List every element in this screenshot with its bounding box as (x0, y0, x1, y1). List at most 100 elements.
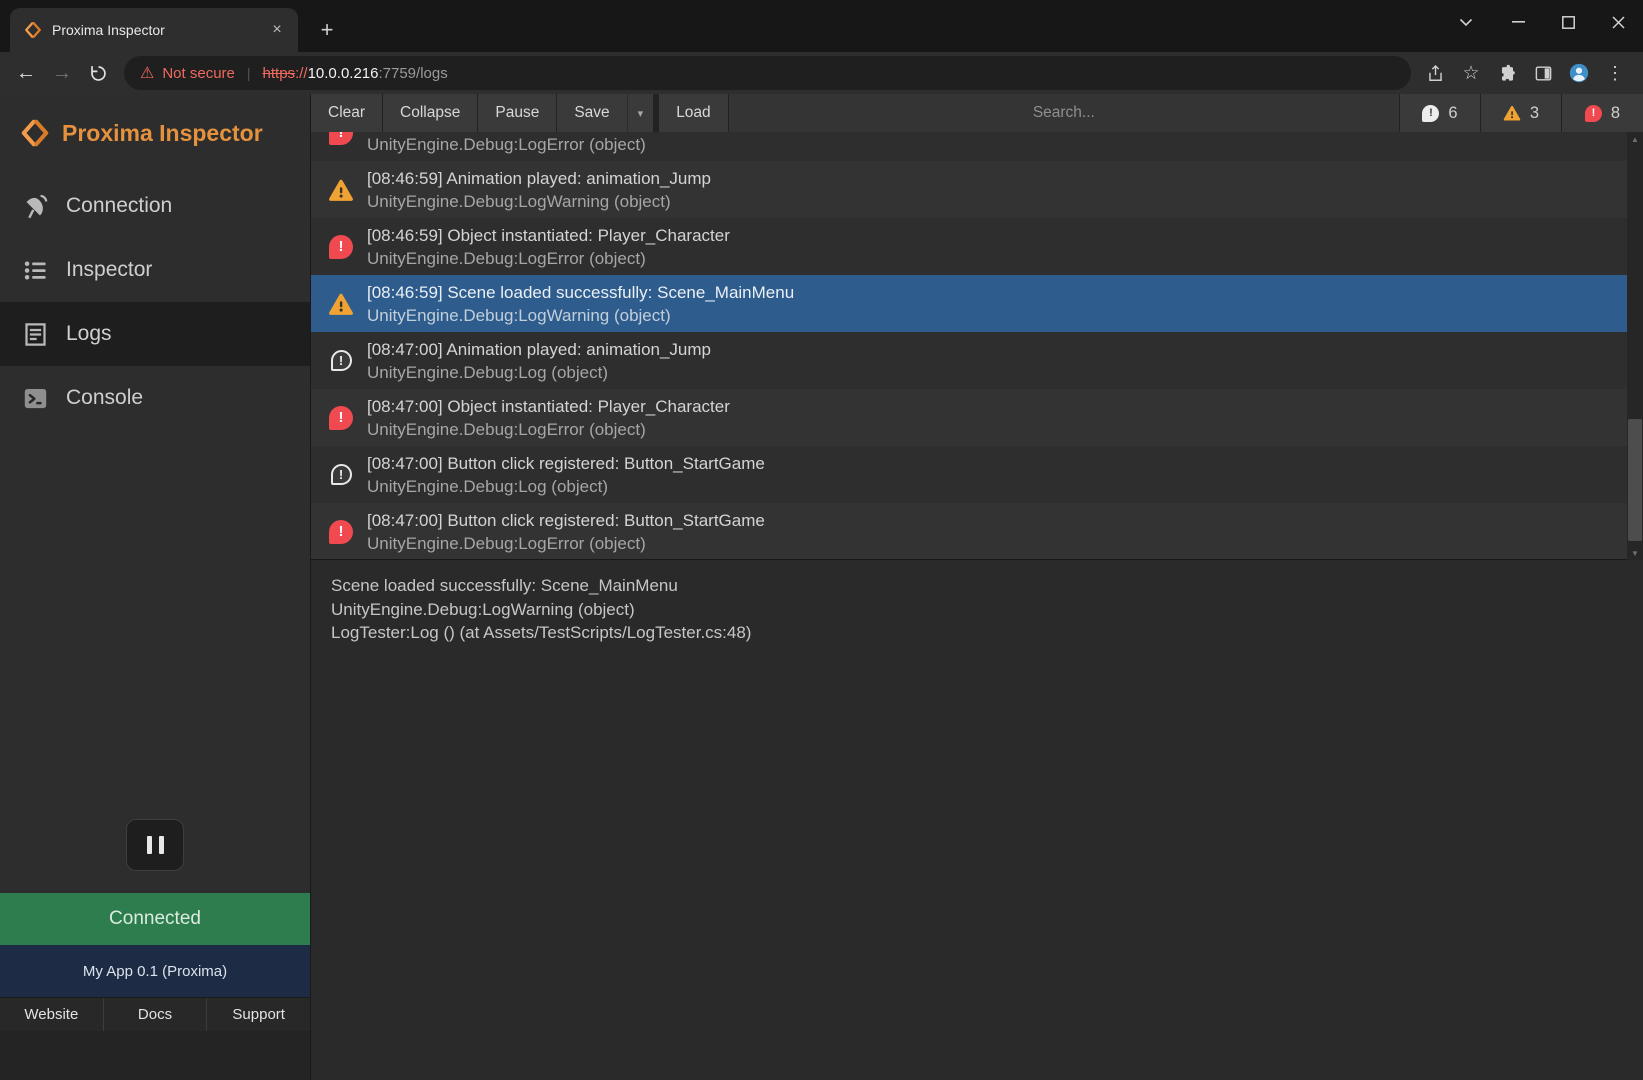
scrollbar-thumb[interactable] (1628, 419, 1642, 541)
warning-count: 3 (1530, 104, 1539, 123)
app-title: Proxima Inspector (62, 120, 263, 147)
pause-button[interactable]: Pause (478, 94, 557, 132)
pause-updates-button[interactable] (126, 819, 184, 871)
browser-tab-strip: Proxima Inspector × + (0, 0, 1643, 52)
log-row[interactable]: ! [08:47:00] Button click registered: But… (311, 446, 1643, 503)
error-icon: ! (328, 519, 354, 545)
proxima-app: Proxima Inspector Connection Inspector (0, 94, 1643, 1080)
support-link[interactable]: Support (207, 998, 310, 1031)
docs-link[interactable]: Docs (104, 998, 208, 1031)
error-count-filter[interactable]: ! 8 (1562, 94, 1643, 132)
warning-count-filter[interactable]: 3 (1481, 94, 1562, 132)
address-bar[interactable]: ⚠ Not secure | https :// 10.0.0.216 :775… (124, 56, 1411, 90)
connection-status-badge: Connected (0, 893, 310, 945)
maximize-icon[interactable] (1543, 3, 1593, 41)
log-icon: ! (328, 462, 354, 488)
log-trace: UnityEngine.Debug:Log (object) (367, 475, 765, 498)
app-logo: Proxima Inspector (0, 94, 310, 148)
back-icon[interactable]: ← (8, 56, 44, 90)
log-row[interactable]: ! [08:47:00] Animation played: animation_… (311, 332, 1643, 389)
sidebar-item-label: Connection (66, 194, 172, 218)
warning-icon (328, 177, 354, 203)
log-trace: UnityEngine.Debug:LogError (object) (367, 418, 730, 441)
bookmark-star-icon[interactable]: ☆ (1455, 57, 1487, 89)
log-count-icon: ! (1422, 105, 1439, 122)
log-scrollbar[interactable]: ▲ ▼ (1627, 132, 1643, 560)
log-message: [08:47:00] Animation played: animation_J… (367, 338, 711, 361)
search-input[interactable] (729, 94, 1400, 132)
log-trace: UnityEngine.Debug:LogError (object) (367, 532, 765, 555)
url-path: :7759/logs (378, 65, 447, 82)
log-count-filter[interactable]: ! 6 (1400, 94, 1481, 132)
save-dropdown-arrow[interactable]: ▾ (627, 94, 655, 132)
sidebar-item-label: Logs (66, 322, 112, 346)
new-tab-button[interactable]: + (312, 15, 342, 45)
not-secure-label[interactable]: Not secure (162, 65, 235, 82)
log-row[interactable]: ![08:47:00] Button click registered: But… (311, 503, 1643, 560)
log-trace: UnityEngine.Debug:LogWarning (object) (367, 304, 794, 327)
browser-menu-icon[interactable]: ⋮ (1599, 57, 1631, 89)
not-secure-warning-icon: ⚠ (140, 63, 154, 83)
scroll-down-icon[interactable]: ▼ (1627, 546, 1643, 560)
browser-action-icons: ☆ ⋮ (1419, 57, 1635, 89)
terminal-icon (22, 385, 49, 412)
forward-icon[interactable]: → (44, 56, 80, 90)
url-scheme-separator: :// (295, 65, 308, 82)
sidebar-item-connection[interactable]: Connection (0, 174, 310, 238)
extensions-puzzle-icon[interactable] (1491, 57, 1523, 89)
log-row[interactable]: [08:46:59] Animation played: animation_J… (311, 161, 1643, 218)
tab-close-icon[interactable]: × (266, 19, 288, 41)
connected-app-label: My App 0.1 (Proxima) (0, 945, 310, 997)
website-link[interactable]: Website (0, 998, 104, 1031)
log-count: 6 (1448, 104, 1457, 123)
avatar[interactable] (1563, 57, 1595, 89)
browser-tab[interactable]: Proxima Inspector × (10, 8, 298, 52)
proxima-favicon (24, 21, 42, 39)
sidebar: Proxima Inspector Connection Inspector (0, 94, 310, 1080)
detail-line: Scene loaded successfully: Scene_MainMen… (331, 574, 1623, 598)
chevron-down-icon[interactable] (1445, 3, 1487, 41)
browser-toolbar: ← → ⚠ Not secure | https :// 10.0.0.216 … (0, 52, 1643, 94)
url-host: 10.0.0.216 (308, 65, 379, 82)
load-button[interactable]: Load (659, 94, 728, 132)
share-icon[interactable] (1419, 57, 1451, 89)
log-message: [08:46:59] Object instantiated: Player_C… (367, 224, 730, 247)
tab-title: Proxima Inspector (52, 22, 266, 38)
satellite-dish-icon (22, 193, 49, 220)
minimize-icon[interactable] (1493, 3, 1543, 41)
logs-page: Clear Collapse Pause Save ▾ Load ! 6 3 !… (310, 94, 1643, 1080)
log-message: [08:46:59] Animation played: animation_J… (367, 167, 711, 190)
url-scheme: https (263, 65, 296, 82)
clear-button[interactable]: Clear (311, 94, 383, 132)
sidebar-item-console[interactable]: Console (0, 366, 310, 430)
window-controls (1445, 0, 1643, 44)
log-icon: ! (328, 348, 354, 374)
sidebar-footer: Website Docs Support (0, 997, 310, 1031)
document-icon (22, 321, 49, 348)
error-count: 8 (1611, 104, 1620, 123)
log-trace: UnityEngine.Debug:LogWarning (object) (367, 190, 711, 213)
log-row[interactable]: ! [08:46:59] Object instantiated: Player_… (311, 218, 1643, 275)
detail-line: LogTester:Log () (at Assets/TestScripts/… (331, 621, 1623, 645)
log-trace: UnityEngine.Debug:LogError (object) (367, 247, 730, 270)
log-row[interactable]: [08:46:59] Scene loaded successfully: Sc… (311, 275, 1643, 332)
warning-icon (328, 291, 354, 317)
error-icon: ! (328, 405, 354, 431)
log-row[interactable]: ! UnityEngine.Debug:LogError (object) (311, 132, 1643, 161)
error-icon: ! (328, 234, 354, 260)
collapse-button[interactable]: Collapse (383, 94, 478, 132)
sidebar-item-inspector[interactable]: Inspector (0, 238, 310, 302)
scroll-up-icon[interactable]: ▲ (1627, 132, 1643, 146)
log-list: ! UnityEngine.Debug:LogError (object)[08… (311, 132, 1643, 560)
close-icon[interactable] (1593, 3, 1643, 41)
log-trace: UnityEngine.Debug:Log (object) (367, 361, 711, 384)
detail-line: UnityEngine.Debug:LogWarning (object) (331, 598, 1623, 622)
log-row[interactable]: ![08:47:00] Object instantiated: Player_… (311, 389, 1643, 446)
log-message: [08:47:00] Button click registered: Butt… (367, 452, 765, 475)
proxima-logo-icon (20, 118, 50, 148)
side-panel-icon[interactable] (1527, 57, 1559, 89)
pause-icon (147, 836, 152, 854)
reload-icon[interactable] (80, 56, 116, 90)
sidebar-item-logs[interactable]: Logs (0, 302, 310, 366)
save-button[interactable]: Save (557, 94, 626, 132)
